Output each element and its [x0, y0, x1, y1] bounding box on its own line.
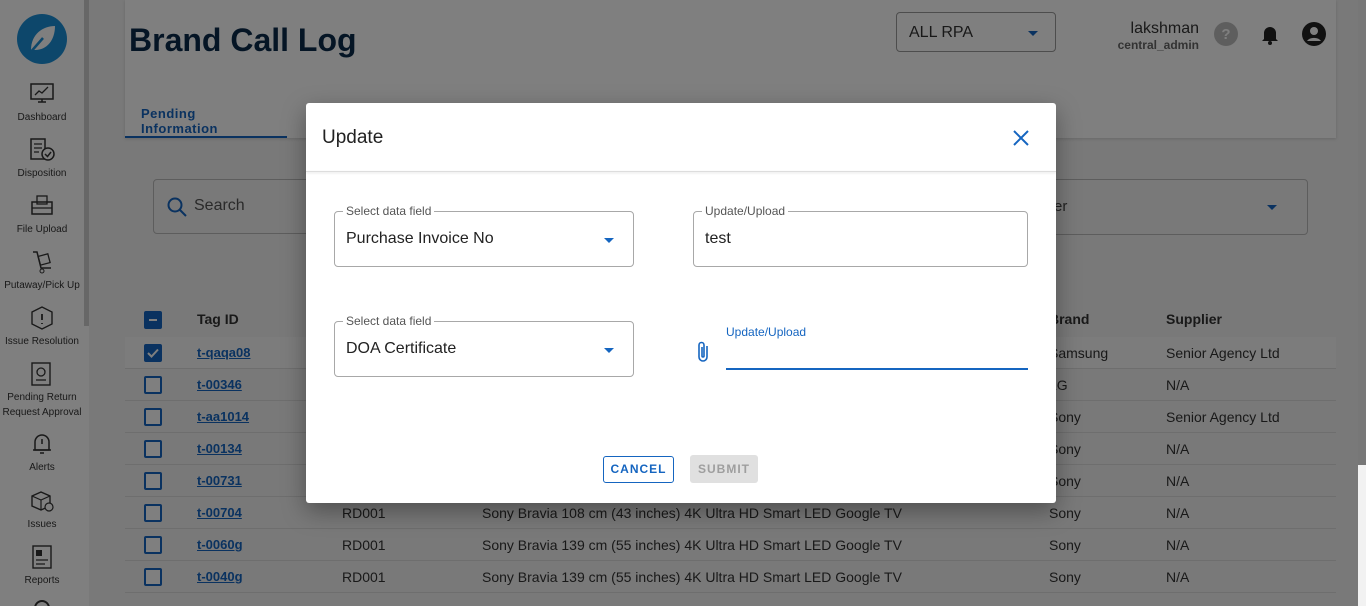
dialog-divider	[306, 171, 1056, 172]
chevron-down-icon	[604, 348, 614, 353]
chevron-down-icon	[604, 238, 614, 243]
field-legend: Update/Upload	[702, 204, 789, 218]
cancel-button[interactable]: CANCEL	[603, 456, 674, 483]
select-data-field-2[interactable]: Select data field DOA Certificate	[334, 314, 634, 377]
submit-button[interactable]: SUBMIT	[690, 455, 758, 483]
update-upload-input-2[interactable]: Update/Upload	[693, 323, 1028, 371]
page-scrollbar[interactable]	[1358, 0, 1366, 465]
update-dialog: Update Select data field Purchase Invoic…	[306, 103, 1056, 503]
close-icon[interactable]	[1008, 125, 1034, 151]
dialog-title: Update	[322, 127, 384, 148]
select-data-field-1[interactable]: Select data field Purchase Invoice No	[334, 204, 634, 267]
field-value: test	[705, 230, 731, 247]
upload-underline	[726, 368, 1028, 370]
upload-label: Update/Upload	[726, 325, 807, 339]
field-value: Purchase Invoice No	[346, 230, 494, 247]
field-legend: Select data field	[343, 314, 435, 328]
field-value: DOA Certificate	[346, 340, 457, 357]
update-upload-input-1[interactable]: Update/Upload test	[693, 204, 1028, 267]
field-legend: Select data field	[343, 204, 435, 218]
attachment-icon[interactable]	[693, 339, 715, 365]
